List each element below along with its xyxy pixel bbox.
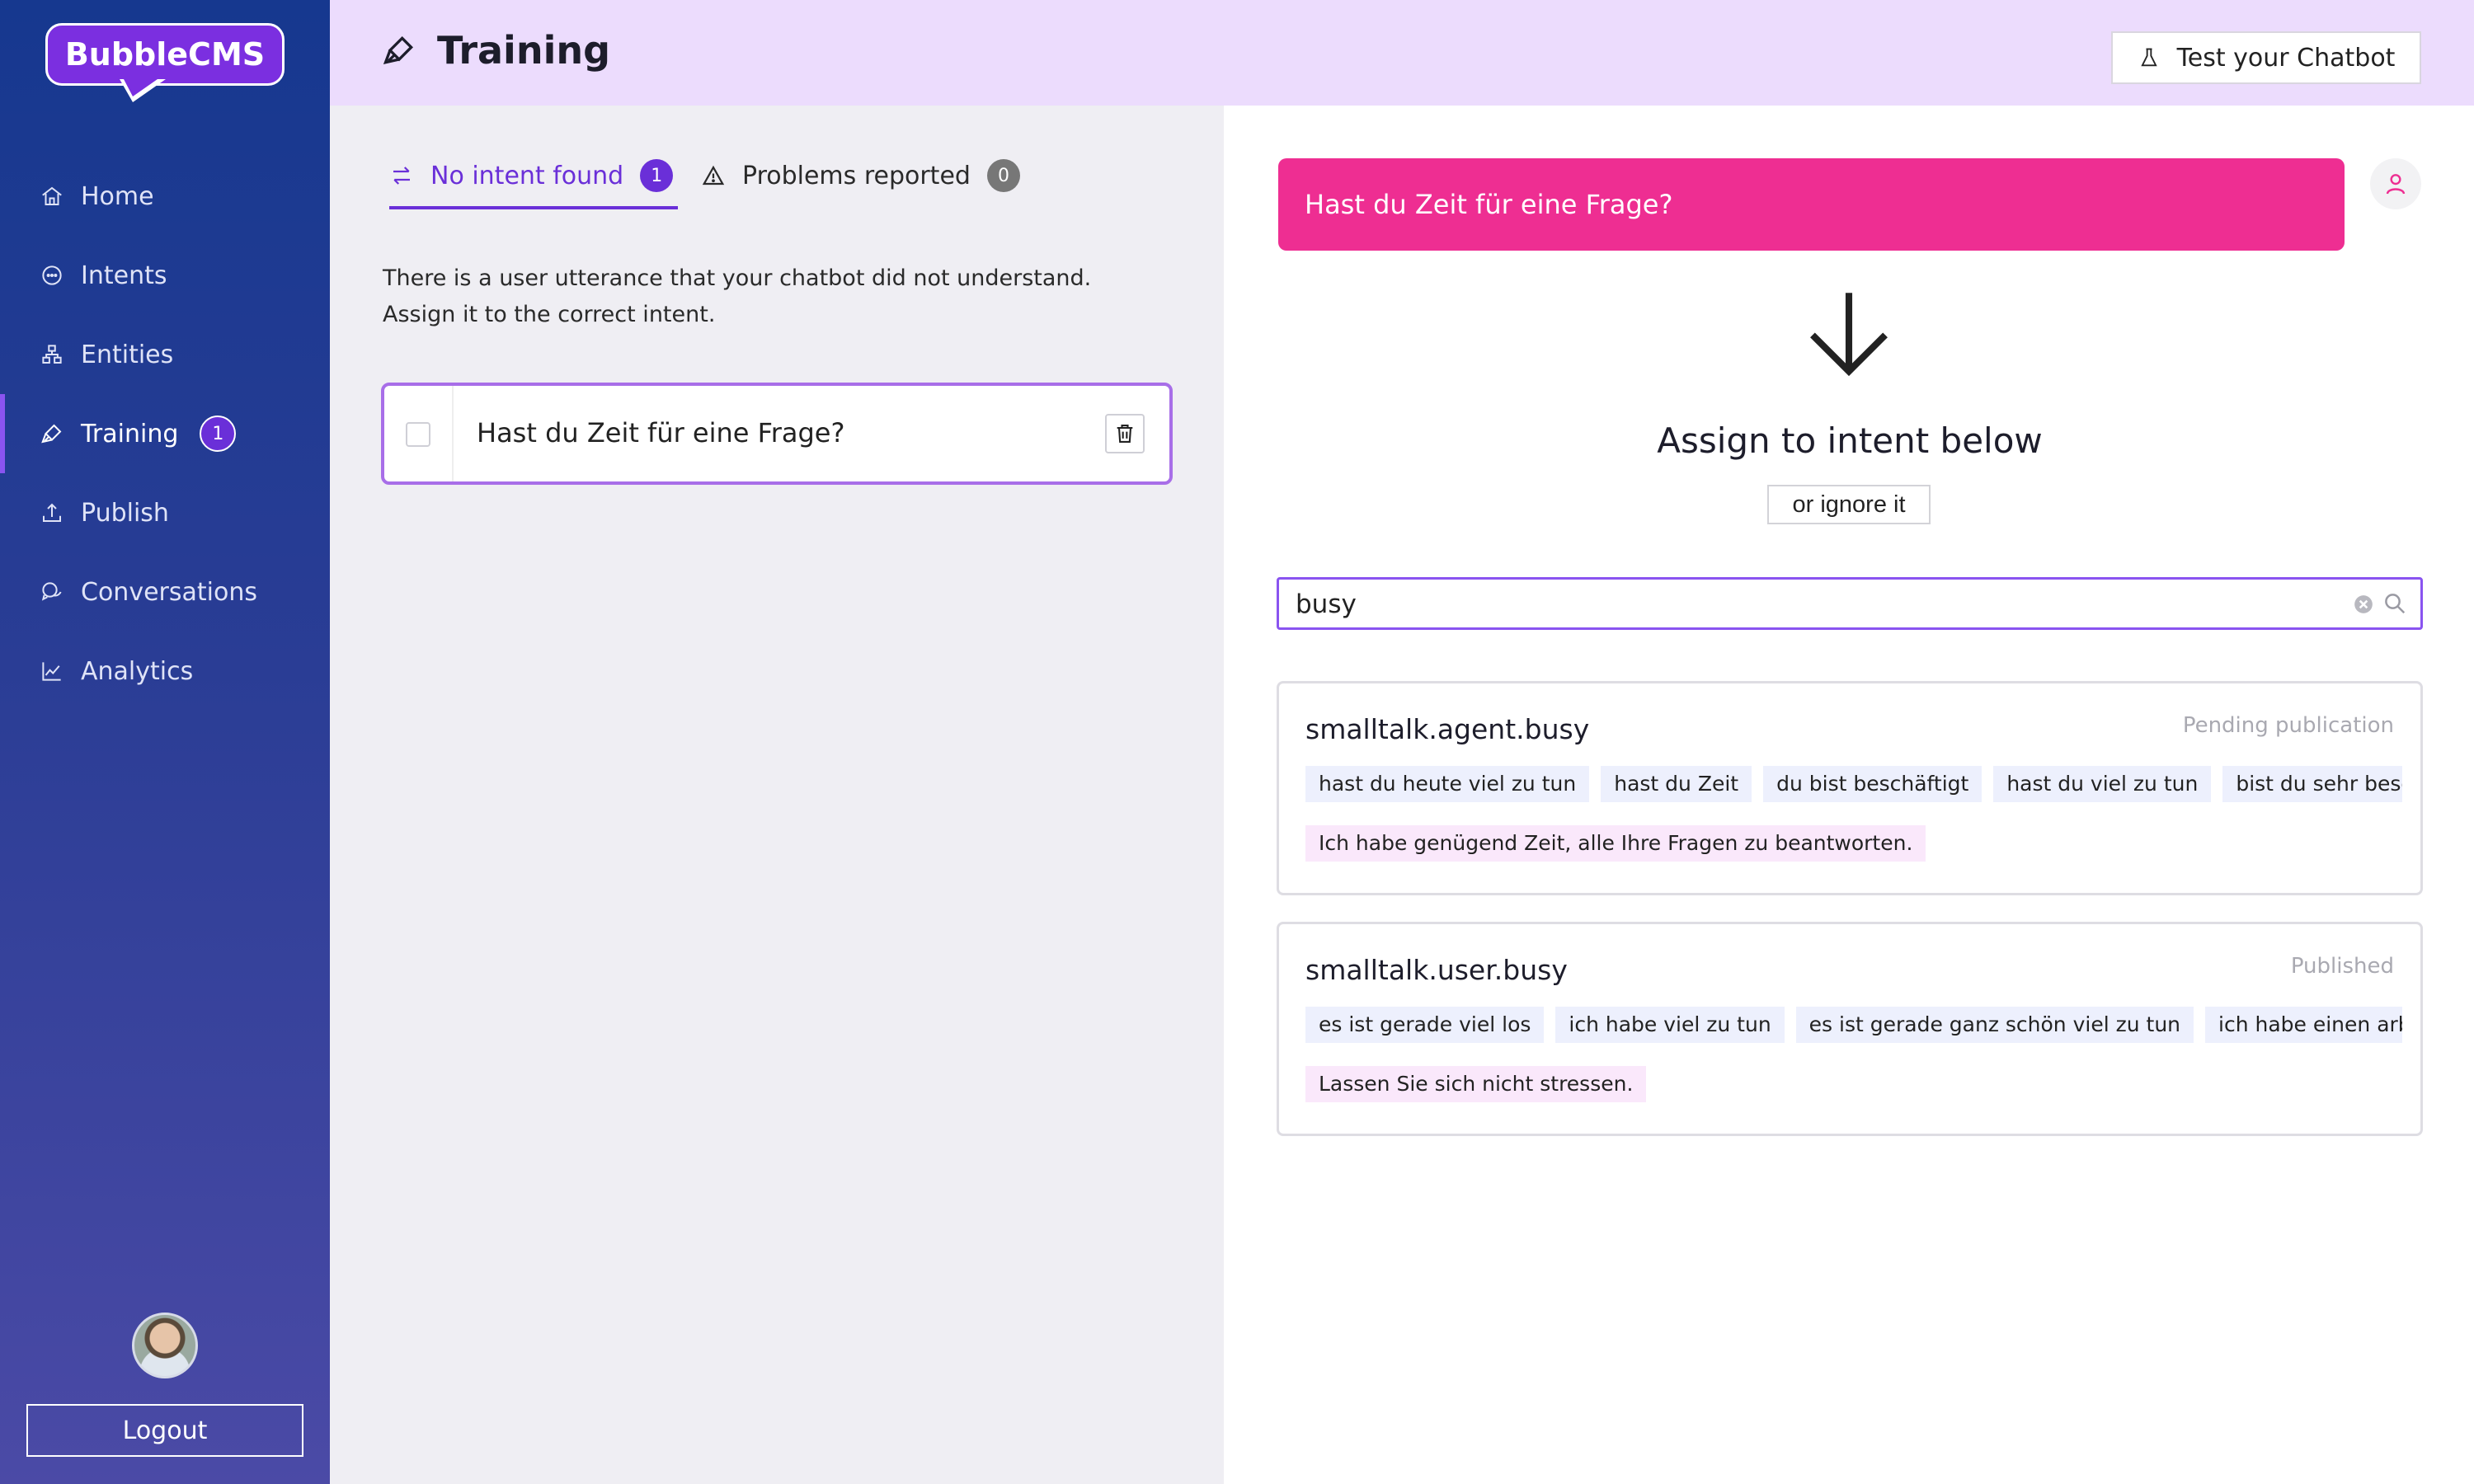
training-phrase: bist du sehr beschäftigt <box>2222 766 2402 802</box>
arrow-down-icon <box>1810 293 1888 377</box>
tab-problems-reported[interactable]: Problems reported 0 <box>701 147 1020 204</box>
tab-label: Problems reported <box>742 161 971 190</box>
home-icon <box>40 184 64 209</box>
ignore-button[interactable]: or ignore it <box>1767 485 1931 524</box>
sidebar-item-conversations[interactable]: Conversations <box>0 552 330 632</box>
intent-response: Ich habe genügend Zeit, alle Ihre Fragen… <box>1305 825 1926 862</box>
training-phrase: hast du Zeit <box>1601 766 1752 802</box>
page-title-text: Training <box>437 28 611 73</box>
utterance-bubble: Hast du Zeit für eine Frage? <box>1278 158 2345 251</box>
intent-card[interactable]: smalltalk.agent.busy Pending publication… <box>1277 681 2423 895</box>
intent-search[interactable] <box>1277 577 2423 630</box>
sidebar-item-training[interactable]: Training 1 <box>0 394 330 473</box>
sidebar-item-label: Entities <box>81 340 174 369</box>
training-phrase: hast du viel zu tun <box>1993 766 2212 802</box>
intent-response: Lassen Sie sich nicht stressen. <box>1305 1066 1647 1102</box>
sidebar-item-label: Home <box>81 181 154 211</box>
sidebar-item-intents[interactable]: Intents <box>0 236 330 315</box>
utterance-text: Hast du Zeit für eine Frage? <box>477 417 845 448</box>
analytics-icon <box>40 659 64 683</box>
logo-text: BubbleCMS <box>45 23 285 86</box>
training-phrase: es ist gerade ganz schön viel zu tun <box>1795 1007 2194 1043</box>
chat-icon <box>40 263 64 288</box>
user-avatar-icon <box>2370 158 2421 209</box>
instructions-line-2: Assign it to the correct intent. <box>383 302 716 327</box>
training-phrases: hast du heute viel zu tun hast du Zeit du … <box>1305 766 2402 805</box>
avatar[interactable] <box>132 1313 198 1378</box>
sidebar-item-label: Training <box>81 419 179 448</box>
training-phrases: es ist gerade viel los ich habe viel zu t… <box>1305 1007 2402 1046</box>
sidebar-item-label: Analytics <box>81 656 194 686</box>
entities-icon <box>40 342 64 367</box>
training-icon <box>40 421 64 446</box>
clear-icon[interactable] <box>2353 594 2374 615</box>
swap-icon <box>393 167 410 185</box>
sidebar-item-publish[interactable]: Publish <box>0 473 330 552</box>
training-phrase: ich habe einen arbeitsreichen Tag <box>2205 1007 2402 1043</box>
intent-responses: Lassen Sie sich nicht stressen. <box>1305 1066 1647 1102</box>
intent-status: Published <box>2290 954 2394 979</box>
conversations-icon <box>40 580 64 604</box>
sidebar: BubbleCMS Home Intents Entities Training… <box>0 0 330 1484</box>
logout-button[interactable]: Logout <box>26 1404 303 1457</box>
training-icon <box>383 35 414 64</box>
assign-heading: Assign to intent below <box>1657 420 2043 461</box>
sidebar-nav: Home Intents Entities Training 1 Publish… <box>0 157 330 711</box>
brand-logo[interactable]: BubbleCMS <box>45 23 285 102</box>
logo-tail-inner <box>124 79 158 96</box>
flask-icon <box>2140 48 2157 67</box>
training-phrase: ich habe viel zu tun <box>1555 1007 1785 1043</box>
test-chatbot-label: Test your Chatbot <box>2176 43 2396 73</box>
warning-icon <box>702 165 725 186</box>
training-phrase: du bist beschäftigt <box>1763 766 1982 802</box>
intent-status: Pending publication <box>2182 713 2394 738</box>
intent-card[interactable]: smalltalk.user.busy Published es ist ger… <box>1277 922 2423 1136</box>
intent-name: smalltalk.user.busy <box>1305 954 1568 986</box>
search-icon[interactable] <box>2382 591 2407 616</box>
tab-count-badge: 0 <box>986 159 1020 192</box>
intent-responses: Ich habe genügend Zeit, alle Ihre Fragen… <box>1305 825 1926 862</box>
training-phrase: hast du heute viel zu tun <box>1305 766 1590 802</box>
utterance-checkbox[interactable] <box>406 422 430 447</box>
tab-no-intent-found[interactable]: No intent found 1 <box>389 147 678 209</box>
page-title: Training <box>381 28 610 73</box>
tab-count-badge: 1 <box>640 159 674 192</box>
sidebar-item-entities[interactable]: Entities <box>0 315 330 394</box>
user-icon <box>2386 174 2406 195</box>
instructions-line-1: There is a user utterance that your chat… <box>383 265 1092 291</box>
sidebar-item-label: Publish <box>81 498 169 528</box>
search-input[interactable] <box>1296 588 2335 621</box>
utterance-divider <box>452 386 454 481</box>
training-phrase: es ist gerade viel los <box>1305 1007 1545 1043</box>
sidebar-item-label: Conversations <box>81 577 257 607</box>
trash-icon <box>1117 425 1133 443</box>
delete-utterance-button[interactable] <box>1105 414 1145 453</box>
sidebar-item-analytics[interactable]: Analytics <box>0 632 330 711</box>
upload-icon <box>40 500 64 525</box>
training-count-badge: 1 <box>200 416 237 452</box>
test-chatbot-button[interactable]: Test your Chatbot <box>2111 31 2421 84</box>
intent-name: smalltalk.agent.busy <box>1305 713 1590 745</box>
tab-label: No intent found <box>430 161 624 190</box>
sidebar-item-label: Intents <box>81 261 167 290</box>
training-tabs: No intent found 1 Problems reported 0 <box>389 147 1020 209</box>
sidebar-item-home[interactable]: Home <box>0 157 330 236</box>
utterance-card[interactable]: Hast du Zeit für eine Frage? <box>381 383 1173 485</box>
instructions-text: There is a user utterance that your chat… <box>383 261 1174 333</box>
